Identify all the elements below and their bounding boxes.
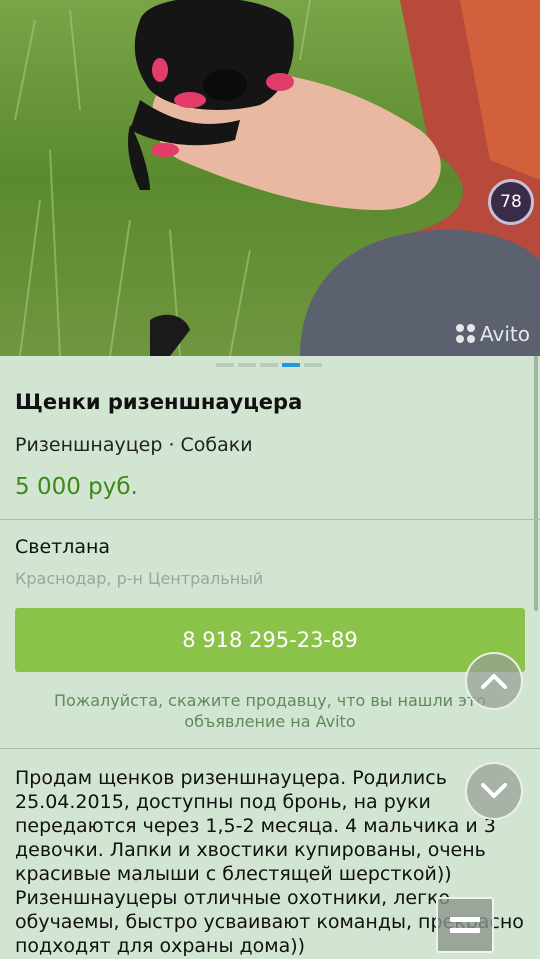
photo-pager [216,363,322,367]
scroll-up-button[interactable] [465,652,523,710]
divider [0,519,540,520]
chevron-up-icon [481,674,507,689]
pager-dot-active[interactable] [282,363,300,367]
call-seller-button[interactable]: 8 918 295-23-89 [15,608,525,672]
seller-location: Краснодар, р-н Центральный [15,569,264,588]
avito-logo-icon [456,324,476,344]
chevron-down-icon [481,783,507,798]
avito-watermark: Avito [456,322,530,346]
scroll-down-button[interactable] [465,762,523,820]
menu-button[interactable] [436,897,494,953]
menu-icon-bar [450,928,480,933]
pager-dot[interactable] [238,363,256,367]
listing-photo[interactable]: Avito 78 [0,0,540,356]
seller-name: Светлана [15,536,111,558]
pager-dot[interactable] [304,363,322,367]
divider [0,748,540,749]
listing-price: 5 000 руб. [15,474,138,500]
pager-dot[interactable] [216,363,234,367]
puppy-photo-image [0,0,540,356]
listing-category[interactable]: Ризеншнауцер · Собаки [15,434,253,456]
contact-hint: Пожалуйста, скажите продавцу, что вы наш… [53,691,487,731]
pager-dot[interactable] [260,363,278,367]
avito-watermark-text: Avito [480,322,530,346]
scrollbar[interactable] [534,356,538,611]
menu-icon [450,917,480,922]
listing-title: Щенки ризеншнауцера [15,390,303,414]
photo-counter-badge[interactable]: 78 [488,179,534,225]
